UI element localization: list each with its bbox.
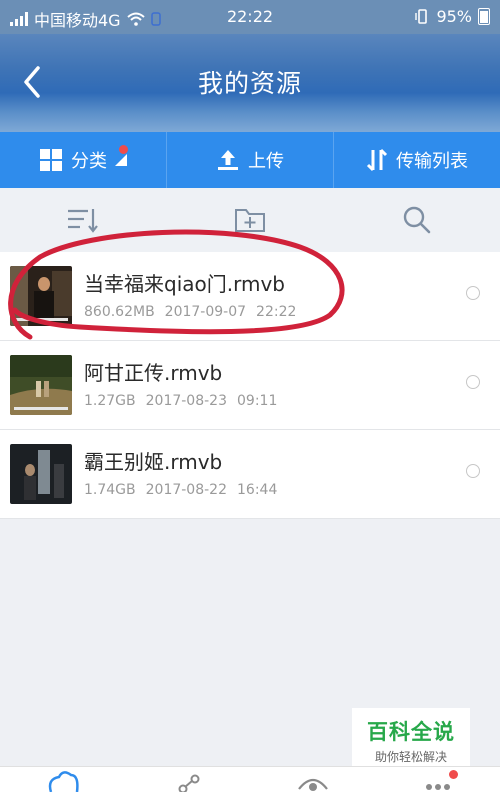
page-title: 我的资源	[0, 64, 500, 100]
file-time: 22:22	[256, 304, 296, 320]
file-meta: 860.62MB 2017-09-07 22:22	[84, 304, 296, 320]
status-bar: 中国移动4G 22:22 95%	[0, 0, 500, 34]
video-thumbnail	[10, 444, 72, 504]
video-thumbnail	[10, 266, 72, 326]
battery-percent: 95%	[436, 7, 472, 26]
bottom-nav	[0, 766, 500, 792]
file-date: 2017-08-23	[146, 393, 227, 409]
new-folder-button[interactable]	[167, 188, 334, 252]
file-date: 2017-08-22	[146, 482, 227, 498]
select-radio[interactable]	[466, 464, 480, 478]
file-size: 1.27GB	[84, 393, 136, 409]
cloud-icon	[43, 767, 83, 792]
file-time: 09:11	[237, 393, 277, 409]
nav-more[interactable]	[375, 767, 500, 792]
file-name: 当幸福来qiao门.rmvb	[84, 268, 285, 297]
search-icon	[402, 205, 432, 235]
sort-icon	[66, 206, 100, 234]
nav-cloud[interactable]	[0, 767, 125, 792]
new-folder-icon	[234, 206, 266, 234]
category-badge	[119, 145, 128, 154]
file-size: 1.74GB	[84, 482, 136, 498]
file-row[interactable]: 霸王别姬.rmvb 1.74GB 2017-08-22 16:44	[0, 430, 500, 519]
file-name: 霸王别姬.rmvb	[84, 446, 222, 475]
select-radio[interactable]	[466, 286, 480, 300]
search-button[interactable]	[333, 188, 500, 252]
watermark-logo: 百科全说 助你轻松解决	[352, 708, 470, 766]
action-row	[0, 188, 500, 252]
file-list: 当幸福来qiao门.rmvb 860.62MB 2017-09-07 22:22…	[0, 252, 500, 519]
transfer-list-label: 传输列表	[396, 147, 468, 173]
file-time: 16:44	[237, 482, 277, 498]
upload-label: 上传	[248, 147, 284, 173]
share-icon	[173, 767, 203, 792]
status-right: 95%	[414, 7, 490, 26]
toolbar: 分类 上传 传输列表	[0, 132, 500, 188]
file-date: 2017-09-07	[165, 304, 246, 320]
upload-icon	[216, 148, 240, 172]
more-badge	[449, 770, 458, 779]
grid-icon	[39, 148, 63, 172]
transfer-arrows-icon	[366, 148, 388, 172]
category-button[interactable]: 分类	[0, 132, 166, 188]
watermark-subtitle: 助你轻松解决	[352, 748, 470, 765]
select-radio[interactable]	[466, 375, 480, 389]
corner-triangle-icon	[115, 154, 127, 166]
file-row[interactable]: 阿甘正传.rmvb 1.27GB 2017-08-23 09:11	[0, 341, 500, 430]
watermark-title: 百科全说	[352, 716, 470, 746]
file-name: 阿甘正传.rmvb	[84, 357, 222, 386]
battery-icon	[478, 8, 490, 25]
transfer-list-button[interactable]: 传输列表	[333, 132, 500, 188]
nav-eye[interactable]	[250, 767, 375, 792]
file-meta: 1.74GB 2017-08-22 16:44	[84, 482, 277, 498]
sort-button[interactable]	[0, 188, 167, 252]
vibrate-icon	[414, 9, 430, 24]
eye-icon	[296, 767, 330, 792]
header: 我的资源	[0, 34, 500, 132]
upload-button[interactable]: 上传	[166, 132, 333, 188]
file-meta: 1.27GB 2017-08-23 09:11	[84, 393, 277, 409]
category-label: 分类	[71, 147, 107, 173]
file-size: 860.62MB	[84, 304, 155, 320]
file-row[interactable]: 当幸福来qiao门.rmvb 860.62MB 2017-09-07 22:22	[0, 252, 500, 341]
video-thumbnail	[10, 355, 72, 415]
nav-share[interactable]	[125, 767, 250, 792]
